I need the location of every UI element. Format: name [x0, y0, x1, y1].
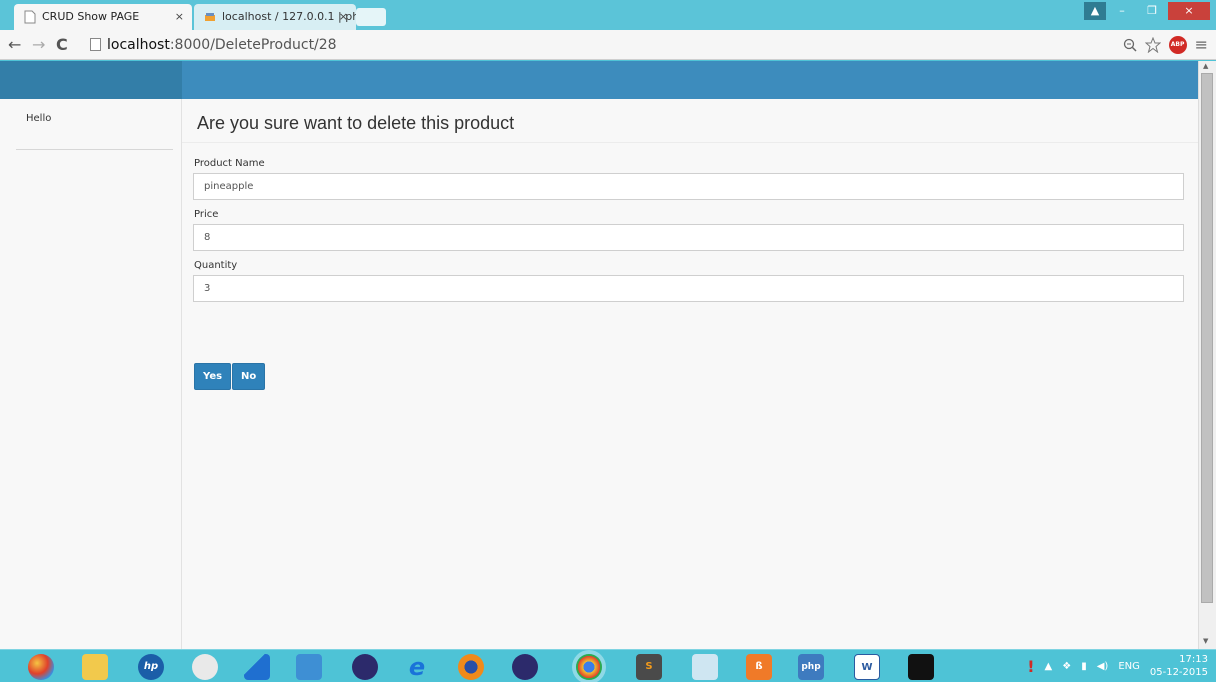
window-controls: ▲ – ❐ ×: [1084, 2, 1210, 20]
back-arrow-icon[interactable]: ←: [8, 35, 21, 55]
zoom-icon[interactable]: [1123, 38, 1137, 52]
url-path: :8000/DeleteProduct/28: [169, 37, 337, 53]
page-icon: [24, 10, 36, 24]
minimize-button[interactable]: –: [1108, 2, 1136, 20]
page-title: Are you sure want to delete this product: [197, 113, 515, 133]
windows-taskbar: hp e S ß php W ! ▲ ❖ ▮ ◀) ENG 17:13 05-1…: [0, 649, 1216, 682]
tab-title: localhost / 127.0.0.1 | php: [222, 10, 356, 23]
url-host: localhost: [107, 37, 170, 53]
xampp-icon[interactable]: ß: [746, 654, 772, 680]
no-button[interactable]: No: [232, 363, 266, 390]
product-name-label: Product Name: [194, 158, 265, 169]
price-label: Price: [194, 209, 219, 220]
photos-icon[interactable]: [692, 654, 718, 680]
quantity-label: Quantity: [194, 260, 238, 271]
snipping-tool-icon[interactable]: [192, 654, 218, 680]
quantity-field[interactable]: 3: [193, 275, 1184, 302]
product-name-field[interactable]: pineapple: [193, 173, 1184, 200]
reload-icon[interactable]: C: [56, 35, 68, 55]
battery-icon[interactable]: ▮: [1081, 661, 1087, 672]
bookmark-star-icon[interactable]: [1144, 36, 1161, 53]
main-content: Are you sure want to delete this product…: [182, 99, 1198, 649]
tab-close-icon[interactable]: ×: [339, 4, 348, 30]
phpmyadmin-icon: [205, 13, 215, 21]
clock-date: 05-12-2015: [1149, 667, 1208, 678]
new-tab-button[interactable]: [356, 8, 386, 26]
user-icon[interactable]: ▲: [1084, 2, 1106, 20]
sharkfin-icon[interactable]: [244, 654, 270, 680]
menu-icon[interactable]: ≡: [1195, 35, 1208, 54]
toolbar-actions: ABP ≡: [1123, 35, 1208, 54]
eclipse-icon[interactable]: [352, 654, 378, 680]
clock-time: 17:13: [1179, 654, 1208, 665]
internet-explorer-icon[interactable]: e: [404, 654, 430, 680]
language-indicator[interactable]: ENG: [1118, 661, 1140, 672]
network-icon[interactable]: ❖: [1062, 661, 1071, 672]
word-icon[interactable]: W: [854, 654, 880, 680]
system-tray: ! ▲ ❖ ▮ ◀) ENG 17:13 05-12-2015: [1027, 653, 1208, 679]
scroll-down-arrow-icon[interactable]: ▼: [1203, 637, 1208, 645]
chrome-icon[interactable]: [576, 654, 602, 680]
navbar: [182, 61, 1198, 99]
eclipse-icon[interactable]: [512, 654, 538, 680]
clock[interactable]: 17:13 05-12-2015: [1150, 653, 1208, 679]
page-info-icon[interactable]: [90, 38, 101, 51]
page-scrollbar[interactable]: ▲ ▼: [1198, 61, 1216, 649]
browser-toolbar: ← → C localhost:8000/DeleteProduct/28 AB…: [0, 30, 1216, 60]
yes-button[interactable]: Yes: [194, 363, 232, 390]
heading-divider: [182, 142, 1198, 143]
tab-phpmyadmin[interactable]: localhost / 127.0.0.1 | php ×: [194, 4, 356, 30]
scroll-up-arrow-icon[interactable]: ▲: [1203, 62, 1208, 70]
navbar-brand-area: [0, 61, 182, 99]
web-page: Hello Are you sure want to delete this p…: [0, 61, 1216, 649]
maximize-button[interactable]: ❐: [1138, 2, 1166, 20]
scrollbar-thumb[interactable]: [1201, 73, 1213, 603]
volume-icon[interactable]: ◀): [1097, 661, 1109, 672]
sidebar: Hello: [0, 99, 182, 649]
price-field[interactable]: 8: [193, 224, 1184, 251]
action-center-alert-icon[interactable]: !: [1027, 657, 1034, 676]
firefox-icon[interactable]: [458, 654, 484, 680]
tab-crud-show-page[interactable]: CRUD Show PAGE ×: [14, 4, 192, 30]
sidebar-divider: [16, 149, 173, 150]
adblock-plus-icon[interactable]: ABP: [1168, 35, 1187, 54]
close-button[interactable]: ×: [1168, 2, 1210, 20]
start-orb-icon[interactable]: [28, 654, 54, 680]
file-explorer-icon[interactable]: [82, 654, 108, 680]
show-hidden-icons-icon[interactable]: ▲: [1045, 661, 1053, 672]
hp-icon[interactable]: hp: [138, 654, 164, 680]
sublime-text-icon[interactable]: S: [636, 654, 662, 680]
command-prompt-icon[interactable]: [908, 654, 934, 680]
address-bar[interactable]: localhost:8000/DeleteProduct/28: [90, 34, 1110, 56]
tab-close-icon[interactable]: ×: [175, 4, 184, 30]
media-app-icon[interactable]: [296, 654, 322, 680]
forward-arrow-icon[interactable]: →: [32, 35, 45, 55]
sidebar-item-hello[interactable]: Hello: [26, 113, 51, 124]
tab-title: CRUD Show PAGE: [42, 10, 140, 23]
php-icon[interactable]: php: [798, 654, 824, 680]
browser-titlebar: CRUD Show PAGE × localhost / 127.0.0.1 |…: [0, 0, 1216, 30]
